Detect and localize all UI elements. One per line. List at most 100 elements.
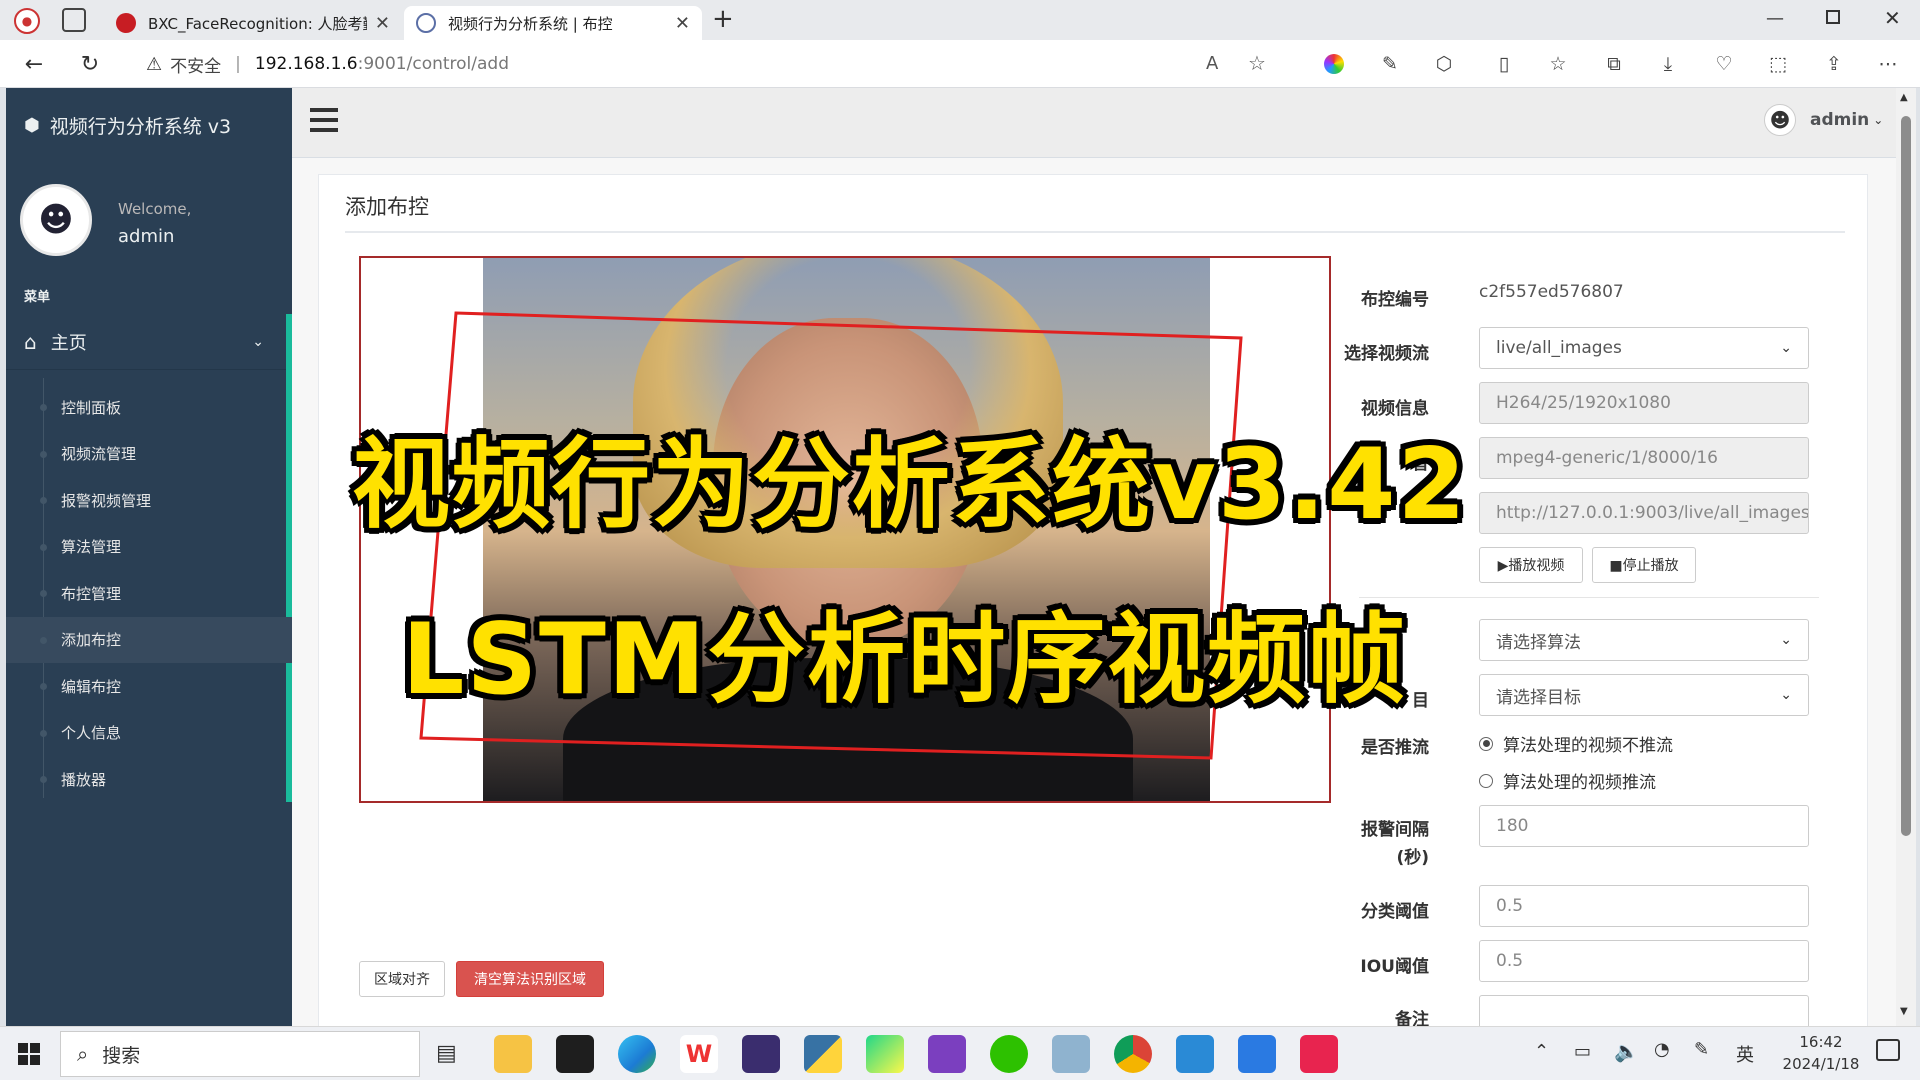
vscode-icon[interactable]: [1176, 1035, 1214, 1073]
home-icon: ⌂: [24, 329, 37, 354]
sidebar-submenu-label: 播放器: [61, 770, 107, 789]
address-bar[interactable]: ⚠ 不安全 | 192.168.1.6 :9001/control/add A …: [130, 46, 1270, 82]
control-id-label: 布控编号: [1361, 290, 1429, 310]
visual-studio-icon[interactable]: [928, 1035, 966, 1073]
sidebar-submenu-item[interactable]: 算法管理: [6, 524, 292, 570]
back-icon[interactable]: ←: [18, 48, 50, 80]
terminal-icon[interactable]: [556, 1035, 594, 1073]
battery-icon[interactable]: ▭: [1574, 1041, 1591, 1062]
brand[interactable]: ⬢ 视频行为分析系统 v3: [24, 112, 231, 139]
user-menu[interactable]: ☻ admin ⌄: [1764, 104, 1883, 136]
menu-toggle-icon[interactable]: [310, 108, 338, 132]
network-icon[interactable]: ◔: [1654, 1039, 1670, 1060]
show-hidden-icons[interactable]: ⌃: [1534, 1041, 1549, 1062]
tab-actions-icon[interactable]: [62, 8, 86, 32]
push-option-no[interactable]: 算法处理的视频不推流: [1479, 731, 1673, 756]
screenshot-icon[interactable]: ⬚: [1764, 50, 1792, 78]
recorder-icon[interactable]: [1300, 1035, 1338, 1073]
radio-checked[interactable]: [1479, 736, 1493, 751]
photos-icon[interactable]: [1238, 1035, 1276, 1073]
top-username: admin: [1810, 110, 1870, 130]
push-option-yes[interactable]: 算法处理的视频推流: [1479, 768, 1656, 793]
sidebar-submenu-item[interactable]: 编辑布控: [6, 663, 292, 709]
scroll-up-icon[interactable]: ▲: [1900, 92, 1908, 103]
more-icon[interactable]: ⋯: [1874, 50, 1902, 78]
input-language[interactable]: 英: [1736, 1041, 1754, 1067]
sidebar-submenu-item[interactable]: 控制面板: [6, 384, 292, 430]
sidebar-submenu-label: 编辑布控: [61, 677, 122, 696]
maximize-icon[interactable]: [1826, 10, 1840, 24]
tab-face-recognition[interactable]: BXC_FaceRecognition: 人脸考勤系 ✕: [104, 6, 402, 40]
pen-extension-icon[interactable]: ✎: [1376, 50, 1404, 78]
clock-date[interactable]: 2024/1/18: [1770, 1055, 1872, 1073]
wechat-icon[interactable]: [990, 1035, 1028, 1073]
align-region-button[interactable]: 区域对齐: [359, 961, 445, 997]
scroll-down-icon[interactable]: ▼: [1900, 1006, 1908, 1017]
color-extension-icon[interactable]: [1320, 50, 1348, 78]
pen-icon[interactable]: ✎: [1694, 1039, 1709, 1060]
extensions-icon[interactable]: ⬡: [1430, 50, 1458, 78]
sidebar-submenu-item[interactable]: 播放器: [6, 756, 292, 802]
new-tab-button[interactable]: +: [712, 4, 734, 34]
push-option-no-label: 算法处理的视频不推流: [1503, 736, 1673, 756]
sidebar-submenu-item[interactable]: 视频流管理: [6, 431, 292, 477]
file-explorer-icon[interactable]: [494, 1035, 532, 1073]
browser-profile-icon[interactable]: ●: [14, 8, 40, 34]
tab-title: BXC_FaceRecognition: 人脸考勤系: [148, 14, 367, 33]
tab-title: 视频行为分析系统 | 布控: [448, 14, 613, 33]
audio-info-field: mpeg4-generic/1/8000/16: [1479, 437, 1809, 479]
iou-threshold-input[interactable]: 0.5: [1479, 940, 1809, 982]
stop-play-button[interactable]: ■停止播放: [1592, 547, 1696, 583]
class-threshold-input[interactable]: 0.5: [1479, 885, 1809, 927]
sidebar-submenu-item[interactable]: 个人信息: [6, 710, 292, 756]
edge-icon[interactable]: [618, 1035, 656, 1073]
sidebar-item-home[interactable]: ⌂ 主页 ⌄: [6, 314, 286, 370]
url-host: 192.168.1.6: [254, 54, 358, 74]
performance-icon[interactable]: ♡: [1710, 50, 1738, 78]
close-tab-icon[interactable]: ✕: [375, 13, 390, 34]
collections-icon[interactable]: ⧉: [1600, 50, 1628, 78]
notification-icon[interactable]: [1876, 1039, 1900, 1061]
overlay-title-line1: 视频行为分析系统v3.42: [352, 428, 1468, 542]
windows-start-icon[interactable]: [18, 1043, 40, 1065]
favorite-star-icon[interactable]: ☆: [1248, 51, 1266, 75]
favorites-icon[interactable]: ☆: [1544, 50, 1572, 78]
taskbar-search[interactable]: ⌕ 搜索: [60, 1031, 420, 1077]
radio-unchecked[interactable]: [1479, 773, 1493, 788]
task-view-icon[interactable]: ▤: [436, 1041, 457, 1066]
bullet-icon: [40, 776, 47, 783]
tab-control-add[interactable]: 视频行为分析系统 | 布控 ✕: [404, 6, 702, 40]
stream-select[interactable]: live/all_images ⌄: [1479, 327, 1809, 369]
wps-icon[interactable]: W: [680, 1035, 718, 1073]
scrollbar[interactable]: ▲ ▼: [1896, 88, 1916, 1026]
notes-app-icon[interactable]: [1052, 1035, 1090, 1073]
target-select[interactable]: 请选择目标 ⌄: [1479, 674, 1809, 716]
algorithm-select[interactable]: 请选择算法 ⌄: [1479, 619, 1809, 661]
sidebar-submenu-item[interactable]: 报警视频管理: [6, 477, 292, 523]
share-icon[interactable]: ⇪: [1820, 50, 1848, 78]
python-icon[interactable]: [804, 1035, 842, 1073]
clock-time[interactable]: 16:42: [1786, 1033, 1856, 1051]
refresh-icon[interactable]: ↻: [74, 48, 106, 80]
avatar: ☻: [20, 184, 92, 256]
close-tab-icon[interactable]: ✕: [675, 13, 690, 34]
sidebar-submenu-item[interactable]: 布控管理: [6, 570, 292, 616]
clear-region-button[interactable]: 清空算法识别区域: [456, 961, 604, 997]
minimize-icon[interactable]: —: [1766, 8, 1784, 29]
pycharm-icon[interactable]: [866, 1035, 904, 1073]
sidebar-submenu-label: 控制面板: [61, 398, 122, 417]
play-video-button[interactable]: ▶播放视频: [1479, 547, 1583, 583]
url-path: :9001/control/add: [357, 54, 509, 74]
cmd-icon[interactable]: [742, 1035, 780, 1073]
close-window-icon[interactable]: ✕: [1884, 6, 1901, 30]
chrome-icon[interactable]: [1114, 1035, 1152, 1073]
split-screen-icon[interactable]: ▯: [1490, 50, 1518, 78]
downloads-icon[interactable]: ⤓: [1654, 50, 1682, 78]
read-aloud-icon[interactable]: A: [1206, 53, 1218, 74]
welcome-text: Welcome,: [118, 200, 192, 218]
alarm-interval-input[interactable]: 180: [1479, 805, 1809, 847]
volume-icon[interactable]: 🔈: [1614, 1039, 1639, 1063]
alarm-interval-label: 报警间隔: [1361, 820, 1429, 840]
sidebar-submenu-item[interactable]: 添加布控: [6, 616, 292, 663]
scroll-thumb[interactable]: [1901, 116, 1911, 836]
